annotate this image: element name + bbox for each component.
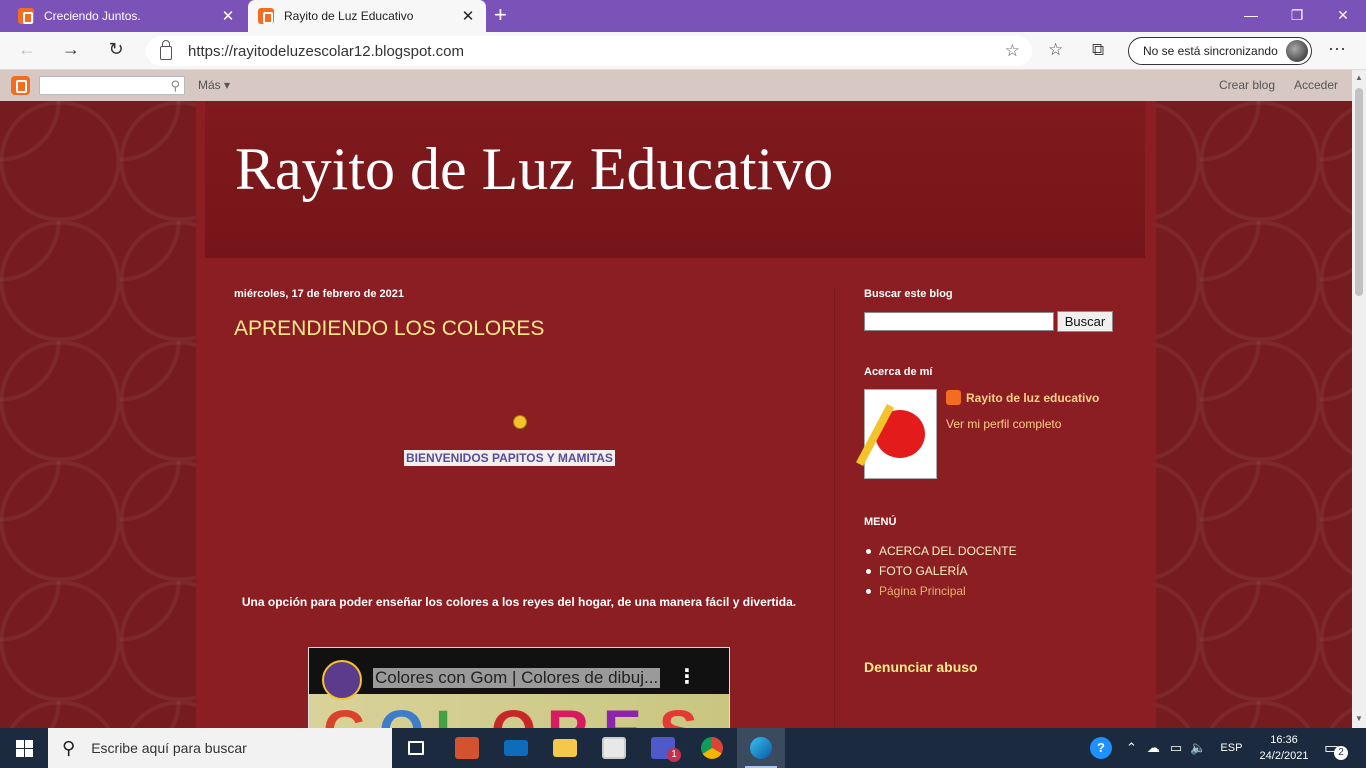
blogger-favicon-icon <box>258 8 274 24</box>
url-text: https://rayitodeluzescolar12.blogspot.co… <box>188 42 464 60</box>
view-profile-link[interactable]: Ver mi perfil completo <box>946 417 1061 431</box>
system-tray: ? ⌃ ☁ ▭ 🔈 ESP <box>1090 728 1242 768</box>
sign-in-link[interactable]: Acceder <box>1294 78 1338 92</box>
clock-time: 16:36 <box>1270 734 1298 746</box>
file-explorer-icon[interactable] <box>541 728 589 768</box>
settings-more-icon[interactable]: ··· <box>1328 38 1346 59</box>
clock-date: 24/2/2021 <box>1259 750 1309 762</box>
search-icon: ⚲ <box>62 737 76 758</box>
profile-sync-button[interactable]: No se está sincronizando <box>1128 37 1312 65</box>
video-menu-icon[interactable]: ⋮ <box>677 664 697 689</box>
tab-creciendo-juntos[interactable]: Creciendo Juntos. ✕ <box>8 0 246 32</box>
blogger-profile-icon <box>946 390 961 405</box>
language-indicator[interactable]: ESP <box>1220 742 1242 754</box>
browser-tab-strip: Creciendo Juntos. ✕ Rayito de Luz Educat… <box>0 0 1366 32</box>
window-controls: — ❐ ✕ <box>1228 0 1366 32</box>
windows-taskbar: ⚲ Escribe aquí para buscar 1 ? ⌃ ☁ ▭ 🔈 E… <box>0 728 1366 768</box>
post-column: miércoles, 17 de febrero de 2021 APRENDI… <box>234 288 804 737</box>
minimize-button[interactable]: — <box>1228 0 1274 32</box>
notifications-icon[interactable]: ▭ 2 <box>1324 738 1348 760</box>
search-heading: Buscar este blog <box>864 288 953 300</box>
volume-icon[interactable]: 🔈 <box>1190 740 1206 756</box>
clock[interactable]: 16:36 24/2/2021 <box>1254 732 1314 764</box>
teams-badge: 1 <box>667 748 681 762</box>
task-view-icon[interactable] <box>392 728 440 768</box>
chrome-icon[interactable] <box>688 728 736 768</box>
profile-image[interactable] <box>856 389 937 479</box>
taskbar-search-placeholder: Escribe aquí para buscar <box>91 740 247 756</box>
more-menu[interactable]: Más ▾ <box>198 78 230 92</box>
close-tab-icon[interactable]: ✕ <box>460 7 476 25</box>
restore-button[interactable]: ❐ <box>1274 0 1320 32</box>
tab-title: Rayito de Luz Educativo <box>284 9 414 23</box>
blogger-navbar: ⚲ Más ▾ Crear blog Acceder <box>0 70 1352 101</box>
video-title[interactable]: Colores con Gom | Colores de dibuj... <box>373 668 661 688</box>
avatar <box>1286 40 1308 62</box>
create-blog-link[interactable]: Crear blog <box>1219 78 1275 92</box>
collections-icon[interactable]: ⧉ <box>1092 40 1104 60</box>
sync-status-label: No se está sincronizando <box>1143 44 1278 58</box>
smiley-emoji-icon <box>513 415 527 429</box>
close-window-button[interactable]: ✕ <box>1320 0 1366 32</box>
back-arrow-icon[interactable]: ← <box>14 39 40 63</box>
favorites-icon[interactable]: ☆ <box>1048 40 1063 60</box>
forward-arrow-icon[interactable]: → <box>58 39 84 63</box>
blog-title[interactable]: Rayito de Luz Educativo <box>235 135 833 204</box>
notification-badge: 2 <box>1334 746 1348 760</box>
profile-name-link[interactable]: Rayito de luz educativo <box>946 390 1099 405</box>
sidebar: Buscar este blog Buscar Acerca de mí Ray… <box>856 288 1124 675</box>
start-button[interactable] <box>0 728 48 768</box>
scroll-down-icon[interactable]: ▼ <box>1355 714 1363 723</box>
tab-rayito-de-luz[interactable]: Rayito de Luz Educativo ✕ <box>248 0 486 32</box>
address-bar[interactable]: https://rayitodeluzescolar12.blogspot.co… <box>146 36 1032 66</box>
menu-list: ACERCA DEL DOCENTE FOTO GALERÍA Página P… <box>864 541 1017 601</box>
report-abuse-link[interactable]: Denunciar abuso <box>864 659 978 675</box>
navbar-search-input[interactable]: ⚲ <box>39 76 185 95</box>
page-scrollbar[interactable]: ▲ ▼ <box>1352 70 1366 728</box>
teams-icon[interactable]: 1 <box>639 728 687 768</box>
profile-name: Rayito de luz educativo <box>966 390 1100 405</box>
new-tab-button[interactable]: + <box>494 4 507 26</box>
post-description: Una opción para poder enseñar los colore… <box>241 595 797 609</box>
add-favorite-icon[interactable]: ☆ <box>1005 41 1020 61</box>
blogger-favicon-icon <box>18 8 34 24</box>
scroll-up-icon[interactable]: ▲ <box>1355 73 1363 82</box>
lock-icon <box>160 40 172 60</box>
post-title[interactable]: APRENDIENDO LOS COLORES <box>234 317 804 341</box>
close-tab-icon[interactable]: ✕ <box>220 7 236 25</box>
search-icon[interactable]: ⚲ <box>170 78 180 94</box>
search-button[interactable]: Buscar <box>1057 311 1113 332</box>
blog-search-input[interactable] <box>864 312 1054 331</box>
tab-title: Creciendo Juntos. <box>44 9 141 23</box>
blog-header: Rayito de Luz Educativo <box>205 101 1145 258</box>
show-hidden-icons-icon[interactable]: ⌃ <box>1126 740 1137 756</box>
help-icon[interactable]: ? <box>1090 737 1112 759</box>
menu-item-foto-galeria[interactable]: FOTO GALERÍA <box>864 561 1017 581</box>
edge-icon[interactable] <box>737 728 785 768</box>
post-date: miércoles, 17 de febrero de 2021 <box>234 288 404 300</box>
welcome-text: BIENVENIDOS PAPITOS Y MAMITAS <box>404 450 615 466</box>
store-icon[interactable] <box>590 728 638 768</box>
blog-content: Rayito de Luz Educativo miércoles, 17 de… <box>196 101 1156 737</box>
blogger-logo-icon[interactable] <box>11 76 30 95</box>
column-divider <box>834 288 835 728</box>
network-icon[interactable]: ▭ <box>1170 740 1182 756</box>
windows-logo-icon <box>15 739 24 748</box>
embedded-video[interactable]: COLORES Colores con Gom | Colores de dib… <box>308 647 730 737</box>
about-heading: Acerca de mí <box>864 366 933 378</box>
cloud-icon[interactable]: ☁ <box>1147 740 1160 756</box>
browser-toolbar: ← → ↻ https://rayitodeluzescolar12.blogs… <box>0 32 1366 70</box>
powerpoint-icon[interactable] <box>443 728 491 768</box>
refresh-icon[interactable]: ↻ <box>103 39 129 63</box>
mail-icon[interactable] <box>492 728 540 768</box>
channel-logo-icon[interactable] <box>322 660 362 700</box>
menu-item-acerca-docente[interactable]: ACERCA DEL DOCENTE <box>864 541 1017 561</box>
menu-heading: MENÚ <box>864 516 897 528</box>
menu-item-pagina-principal[interactable]: Página Principal <box>864 581 1017 601</box>
scroll-thumb[interactable] <box>1355 88 1363 296</box>
taskbar-search[interactable]: ⚲ Escribe aquí para buscar <box>48 728 392 768</box>
